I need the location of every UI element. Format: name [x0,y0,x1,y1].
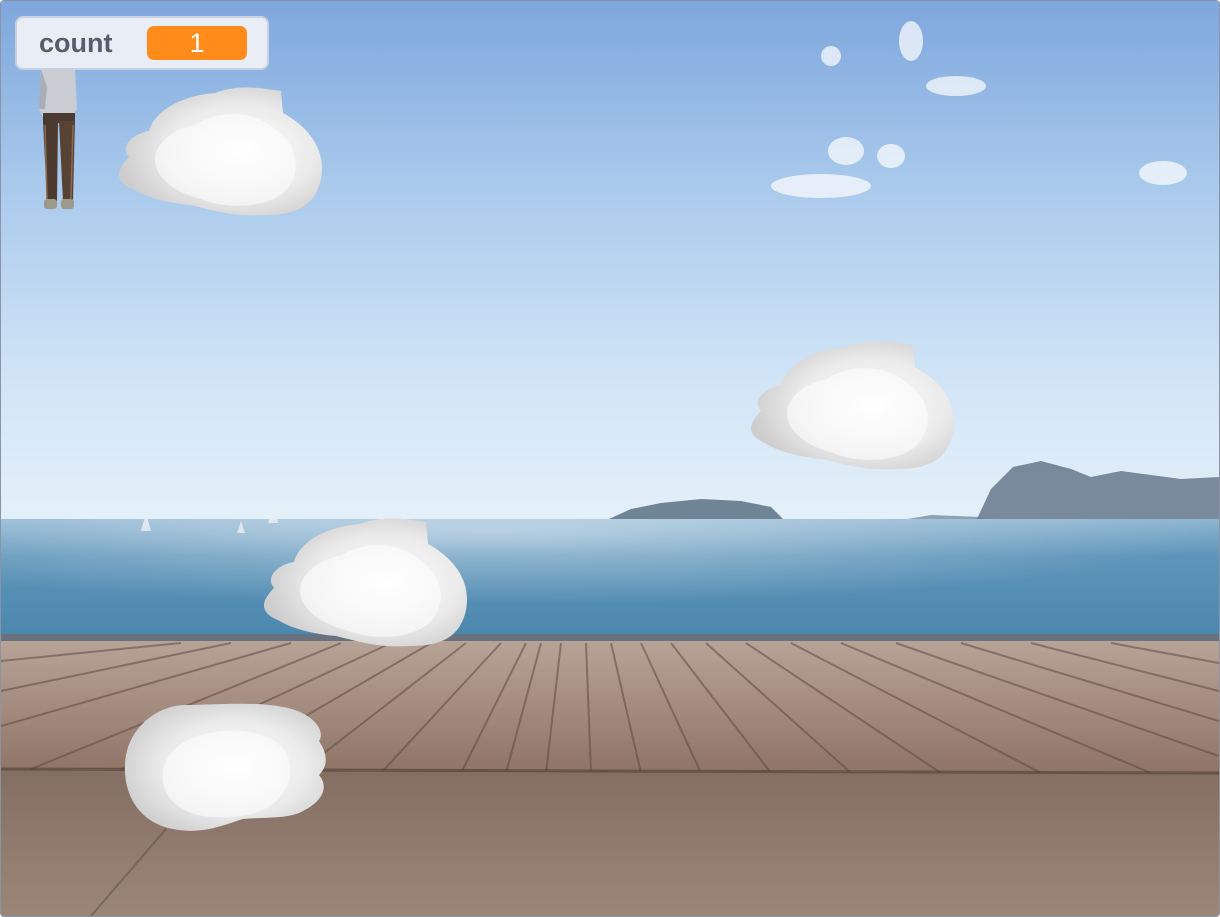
variable-monitor-value: 1 [147,26,247,60]
cloud-sprite[interactable] [121,701,333,833]
variable-monitor-count[interactable]: count 1 [15,16,269,70]
cloud-sprite[interactable] [747,339,957,471]
cloud-sprite[interactable] [115,85,325,217]
game-stage[interactable]: count 1 [0,0,1220,917]
cloud-sprite[interactable] [260,516,470,648]
person-sprite[interactable] [35,69,81,211]
variable-monitor-label: count [39,27,113,58]
